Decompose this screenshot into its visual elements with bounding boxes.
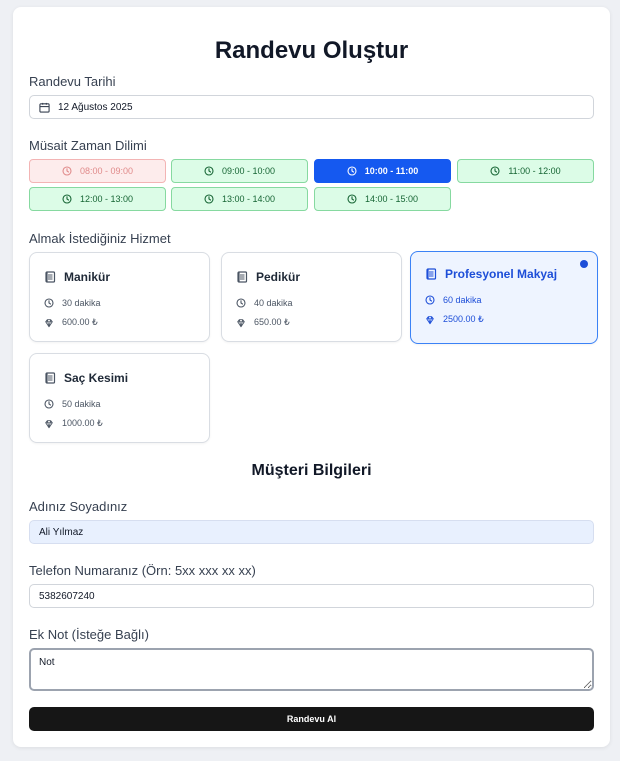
- service-price-row: 2500.00 ₺: [425, 314, 484, 325]
- clock-icon: [236, 298, 246, 308]
- service-price-row: 1000.00 ₺: [44, 418, 103, 429]
- time-slot[interactable]: 13:00 - 14:00: [171, 187, 308, 211]
- time-slot-label: 14:00 - 15:00: [364, 194, 419, 204]
- clock-icon: [347, 194, 357, 204]
- service-price-row: 600.00 ₺: [44, 317, 98, 328]
- time-slot-label: 12:00 - 13:00: [79, 194, 134, 204]
- time-slot[interactable]: 08:00 - 09:00: [29, 159, 166, 183]
- phone-label: Telefon Numaranız (Örn: 5xx xxx xx xx): [29, 563, 256, 578]
- service-card[interactable]: Profesyonel Makyaj 60 dakika 2500.00 ₺: [410, 251, 598, 344]
- service-price: 2500.00 ₺: [443, 314, 484, 324]
- customer-section-title: Müşteri Bilgileri: [251, 462, 372, 479]
- clock-icon: [44, 298, 54, 308]
- service-name-row: Pedikür: [236, 270, 300, 284]
- time-slot[interactable]: 10:00 - 11:00: [314, 159, 451, 183]
- service-duration: 40 dakika: [254, 298, 293, 308]
- service-book-icon: [425, 268, 437, 280]
- service-name-row: Saç Kesimi: [44, 371, 128, 385]
- time-slot[interactable]: 12:00 - 13:00: [29, 187, 166, 211]
- time-slot-label: 09:00 - 10:00: [221, 166, 276, 176]
- service-price-row: 650.00 ₺: [236, 317, 290, 328]
- time-slot[interactable]: 14:00 - 15:00: [314, 187, 451, 211]
- selected-indicator-dot: [580, 260, 588, 268]
- date-value: 12 Ağustos 2025: [58, 101, 133, 113]
- date-field[interactable]: 12 Ağustos 2025: [29, 95, 594, 119]
- service-card[interactable]: Pedikür 40 dakika 650.00 ₺: [221, 252, 402, 342]
- time-slot-label: 08:00 - 09:00: [79, 166, 134, 176]
- service-duration-row: 40 dakika: [236, 298, 293, 308]
- time-slot-label: 11:00 - 12:00: [508, 166, 561, 176]
- service-duration-row: 60 dakika: [425, 295, 482, 305]
- service-duration: 50 dakika: [62, 399, 101, 409]
- time-slot-label: 10:00 - 11:00: [364, 166, 419, 176]
- submit-button[interactable]: Randevu Al: [29, 707, 594, 731]
- service-book-icon: [44, 271, 56, 283]
- diamond-icon: [236, 318, 246, 328]
- time-slot[interactable]: 11:00 - 12:00: [457, 159, 594, 183]
- note-label: Ek Not (İsteğe Bağlı): [29, 627, 149, 642]
- clock-icon: [347, 166, 357, 176]
- clock-icon: [44, 399, 54, 409]
- service-name: Manikür: [64, 270, 111, 284]
- time-slot[interactable]: 09:00 - 10:00: [171, 159, 308, 183]
- diamond-icon: [44, 318, 54, 328]
- clock-icon: [62, 194, 72, 204]
- service-card[interactable]: Manikür 30 dakika 600.00 ₺: [29, 252, 210, 342]
- diamond-icon: [44, 419, 54, 429]
- clock-icon: [490, 166, 500, 176]
- name-label: Adınız Soyadınız: [29, 499, 128, 514]
- service-price: 1000.00 ₺: [62, 418, 103, 428]
- clock-icon: [204, 166, 214, 176]
- service-name: Saç Kesimi: [64, 371, 129, 385]
- note-textarea[interactable]: [29, 648, 594, 691]
- service-name-row: Manikür: [44, 270, 110, 284]
- service-book-icon: [236, 271, 248, 283]
- service-price: 650.00 ₺: [254, 317, 290, 327]
- calendar-icon: [39, 102, 50, 113]
- clock-icon: [425, 295, 435, 305]
- diamond-icon: [425, 315, 435, 325]
- name-input[interactable]: [29, 520, 594, 544]
- service-book-icon: [44, 372, 56, 384]
- date-label: Randevu Tarihi: [29, 74, 116, 89]
- service-duration: 60 dakika: [443, 295, 482, 305]
- service-label: Almak İstediğiniz Hizmet: [29, 231, 171, 246]
- service-card[interactable]: Saç Kesimi 50 dakika 1000.00 ₺: [29, 353, 210, 443]
- page-title: Randevu Oluştur: [214, 37, 409, 64]
- service-name: Pedikür: [256, 270, 301, 284]
- service-name: Profesyonel Makyaj: [445, 267, 558, 281]
- clock-icon: [204, 194, 214, 204]
- appointment-card: Randevu Oluştur Randevu Tarihi 12 Ağusto…: [13, 7, 610, 747]
- service-duration-row: 50 dakika: [44, 399, 101, 409]
- clock-icon: [62, 166, 72, 176]
- service-duration-row: 30 dakika: [44, 298, 101, 308]
- service-price: 600.00 ₺: [62, 317, 98, 327]
- time-label: Müsait Zaman Dilimi: [29, 138, 147, 153]
- service-duration: 30 dakika: [62, 298, 101, 308]
- phone-input[interactable]: [29, 584, 594, 608]
- time-slot-label: 13:00 - 14:00: [221, 194, 276, 204]
- service-name-row: Profesyonel Makyaj: [425, 267, 557, 281]
